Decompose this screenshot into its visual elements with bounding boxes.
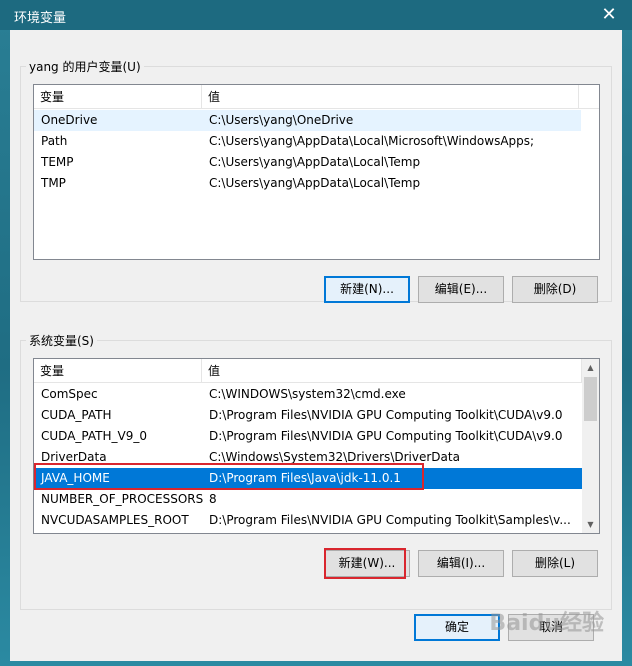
table-row[interactable]: ComSpec C:\WINDOWS\system32\cmd.exe [34,384,582,405]
close-icon[interactable]: ✕ [586,0,632,30]
table-row[interactable]: TEMP C:\Users\yang\AppData\Local\Temp [34,152,581,173]
scroll-thumb[interactable] [584,377,597,421]
table-row[interactable]: NUMBER_OF_PROCESSORS 8 [34,489,582,510]
scroll-down-icon[interactable]: ▼ [582,516,599,533]
variable-value: C:\Users\yang\OneDrive [209,113,354,127]
user-delete-button[interactable]: 删除(D) [512,276,598,303]
table-row[interactable]: CUDA_PATH D:\Program Files\NVIDIA GPU Co… [34,405,582,426]
variable-name: Path [41,134,68,148]
system-variables-label: 系统变量(S) [26,332,97,349]
list-header: 变量 值 [34,85,599,109]
title-bar[interactable]: 环境变量 ✕ [0,0,632,30]
user-variables-label: yang 的用户变量(U) [26,58,144,75]
variable-name: NVCUDASAMPLES_ROOT [41,513,189,527]
variable-name: TMP [41,176,66,190]
table-row-selected[interactable]: JAVA_HOME D:\Program Files\Java\jdk-11.0… [34,468,582,489]
column-header-variable[interactable]: 变量 [34,359,202,383]
variable-value: C:\Users\yang\AppData\Local\Temp [209,155,421,169]
variable-name: JAVA_HOME [41,471,110,485]
table-row[interactable]: DriverData C:\Windows\System32\Drivers\D… [34,447,582,468]
column-header-value[interactable]: 值 [202,85,579,109]
table-row[interactable]: TMP C:\Users\yang\AppData\Local\Temp [34,173,581,194]
variable-value: C:\Users\yang\AppData\Local\Temp [209,176,421,190]
scroll-up-icon[interactable]: ▲ [582,359,599,376]
list-header: 变量 值 [34,359,582,383]
dialog-title: 环境变量 [14,11,67,26]
dialog-body: yang 的用户变量(U) 变量 值 OneDrive C:\Users\yan… [10,30,622,661]
variable-name: NUMBER_OF_PROCESSORS [41,492,204,506]
system-variables-list[interactable]: 变量 值 ComSpec C:\WINDOWS\system32\cmd.exe… [33,358,600,534]
table-row[interactable]: CUDA_PATH_V9_0 D:\Program Files\NVIDIA G… [34,426,582,447]
variable-name: CUDA_PATH [41,408,112,422]
variable-name: OneDrive [41,113,98,127]
system-delete-button[interactable]: 删除(L) [512,550,598,577]
variable-name: ComSpec [41,387,98,401]
variable-value: C:\WINDOWS\system32\cmd.exe [209,387,406,401]
table-row[interactable]: Path C:\Users\yang\AppData\Local\Microso… [34,131,581,152]
variable-name: TEMP [41,155,74,169]
variable-name: DriverData [41,450,107,464]
user-variables-list[interactable]: 变量 值 OneDrive C:\Users\yang\OneDrive Pat… [33,84,600,260]
variable-value: 8 [209,492,217,506]
vertical-scrollbar[interactable]: ▲ ▼ [582,359,599,533]
variable-name: CUDA_PATH_V9_0 [41,429,147,443]
user-edit-button[interactable]: 编辑(E)... [418,276,504,303]
variable-value: D:\Program Files\NVIDIA GPU Computing To… [209,408,563,422]
variable-value: D:\Program Files\NVIDIA GPU Computing To… [209,429,563,443]
table-row[interactable]: NVCUDASAMPLES_ROOT D:\Program Files\NVID… [34,510,582,531]
variable-value: D:\Program Files\Java\jdk-11.0.1 [209,471,401,485]
baidu-watermark: Baidu经验 [489,611,604,636]
variable-value: C:\Users\yang\AppData\Local\Microsoft\Wi… [209,134,535,148]
user-new-button[interactable]: 新建(N)... [324,276,410,303]
variable-value: C:\Windows\System32\Drivers\DriverData [209,450,460,464]
system-edit-button[interactable]: 编辑(I)... [418,550,504,577]
ok-button[interactable]: 确定 [414,614,500,641]
variable-value: D:\Program Files\NVIDIA GPU Computing To… [209,513,571,527]
column-header-value[interactable]: 值 [202,359,582,383]
environment-variables-dialog: 环境变量 ✕ yang 的用户变量(U) 变量 值 OneDrive C:\Us… [0,0,632,666]
table-row[interactable]: OneDrive C:\Users\yang\OneDrive [34,110,581,131]
system-new-button[interactable]: 新建(W)... [324,550,410,577]
column-header-variable[interactable]: 变量 [34,85,202,109]
